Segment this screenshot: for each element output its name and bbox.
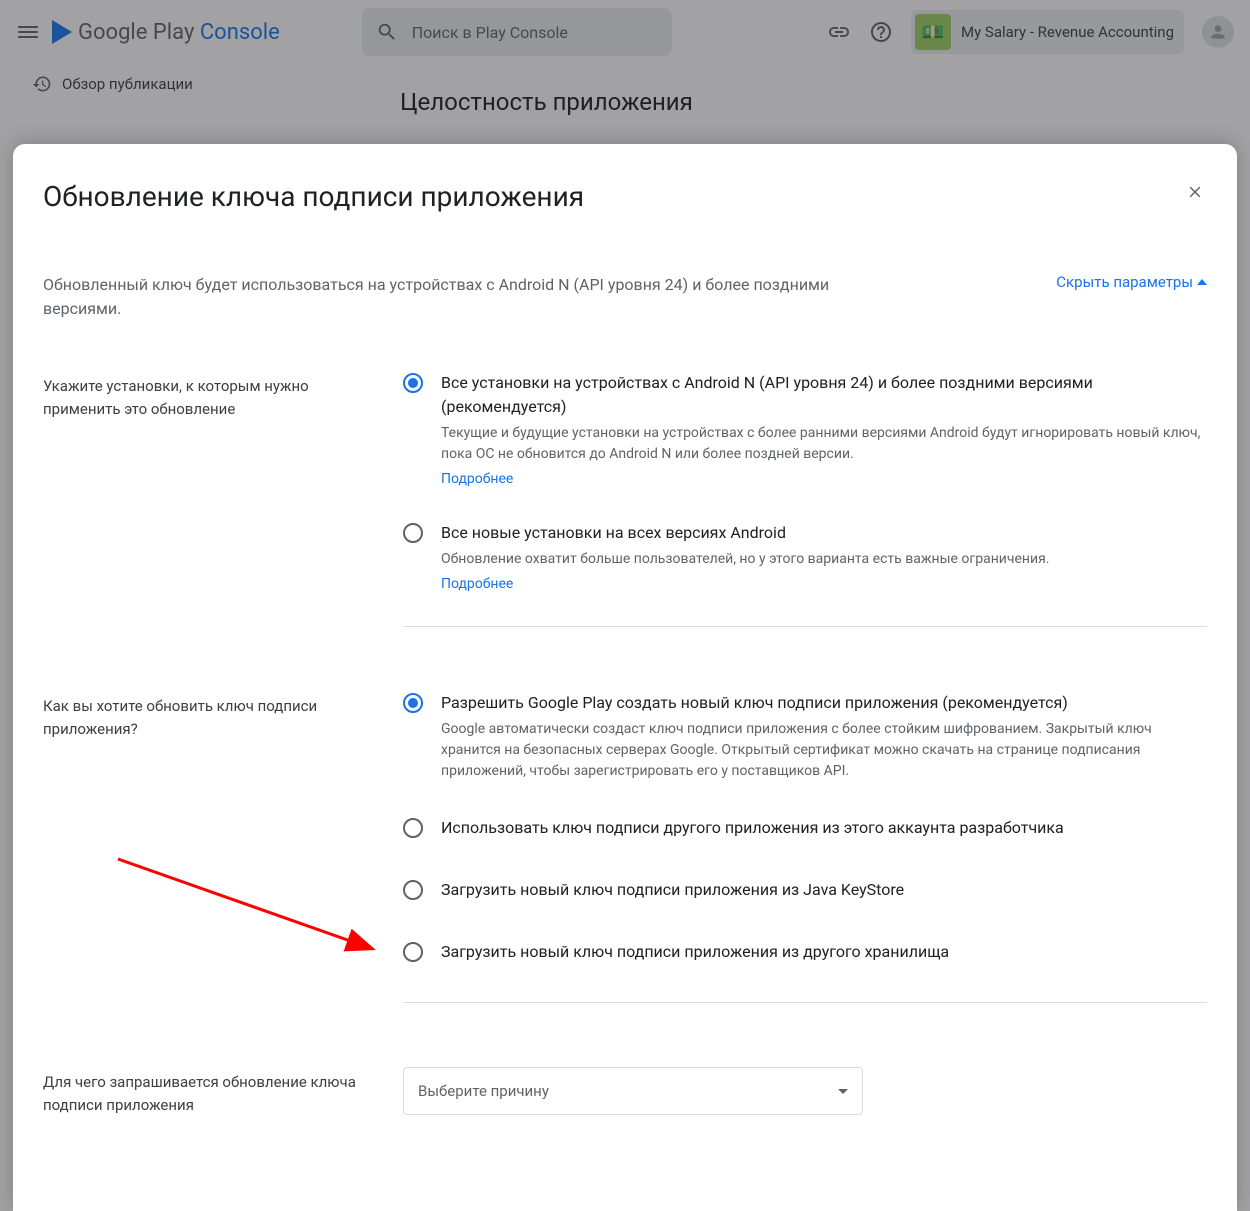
learn-more-link[interactable]: Подробнее <box>441 471 513 487</box>
close-button[interactable] <box>1183 180 1207 204</box>
radio-input[interactable] <box>403 942 423 962</box>
radio-item-installs-recommended: Все установки на устройствах с Android N… <box>403 371 1207 487</box>
section-installs: Укажите установки, к которым нужно приме… <box>43 371 1207 671</box>
radio-desc: Google автоматически создаст ключ подпис… <box>441 719 1207 782</box>
chevron-down-icon <box>838 1089 848 1094</box>
radio-label: Разрешить Google Play создать новый ключ… <box>441 691 1207 715</box>
divider <box>403 626 1207 627</box>
section-label: Укажите установки, к которым нужно приме… <box>43 371 383 671</box>
section-body: Выберите причину <box>403 1067 1207 1116</box>
radio-label: Загрузить новый ключ подписи приложения … <box>441 940 1207 964</box>
intro-text: Обновленный ключ будет использоваться на… <box>43 273 873 321</box>
radio-input[interactable] <box>403 523 423 543</box>
reason-select[interactable]: Выберите причину <box>403 1067 863 1115</box>
section-reason: Для чего запрашивается обновление ключа … <box>43 1067 1207 1116</box>
radio-label: Все установки на устройствах с Android N… <box>441 371 1207 419</box>
radio-input[interactable] <box>403 693 423 713</box>
radio-input[interactable] <box>403 373 423 393</box>
intro-row: Обновленный ключ будет использоваться на… <box>43 273 1207 321</box>
radio-input[interactable] <box>403 880 423 900</box>
learn-more-link[interactable]: Подробнее <box>441 576 513 592</box>
toggle-parameters[interactable]: Скрыть параметры <box>1056 273 1207 291</box>
radio-item-other-app-key: Использовать ключ подписи другого прилож… <box>403 816 1207 844</box>
modal-header: Обновление ключа подписи приложения <box>43 180 1207 213</box>
section-label: Как вы хотите обновить ключ подписи прил… <box>43 691 383 1047</box>
chevron-up-icon <box>1197 279 1207 285</box>
divider <box>403 1002 1207 1003</box>
radio-desc: Обновление охватит больше пользователей,… <box>441 549 1207 570</box>
radio-input[interactable] <box>403 818 423 838</box>
close-icon <box>1186 183 1204 201</box>
section-body: Разрешить Google Play создать новый ключ… <box>403 691 1207 1047</box>
radio-item-google-create: Разрешить Google Play создать новый ключ… <box>403 691 1207 782</box>
select-placeholder: Выберите причину <box>418 1082 549 1100</box>
radio-desc: Текущие и будущие установки на устройств… <box>441 423 1207 465</box>
radio-item-installs-all: Все новые установки на всех версиях Andr… <box>403 521 1207 592</box>
radio-label: Все новые установки на всех версиях Andr… <box>441 521 1207 545</box>
section-key-update: Как вы хотите обновить ключ подписи прил… <box>43 691 1207 1047</box>
section-label: Для чего запрашивается обновление ключа … <box>43 1067 383 1116</box>
modal-title: Обновление ключа подписи приложения <box>43 180 584 213</box>
section-body: Все установки на устройствах с Android N… <box>403 371 1207 671</box>
radio-label: Использовать ключ подписи другого прилож… <box>441 816 1207 840</box>
radio-item-java-keystore: Загрузить новый ключ подписи приложения … <box>403 878 1207 906</box>
toggle-label: Скрыть параметры <box>1056 273 1193 291</box>
modal-dialog: Обновление ключа подписи приложения Обно… <box>13 144 1237 1211</box>
radio-label: Загрузить новый ключ подписи приложения … <box>441 878 1207 902</box>
radio-item-other-storage: Загрузить новый ключ подписи приложения … <box>403 940 1207 968</box>
